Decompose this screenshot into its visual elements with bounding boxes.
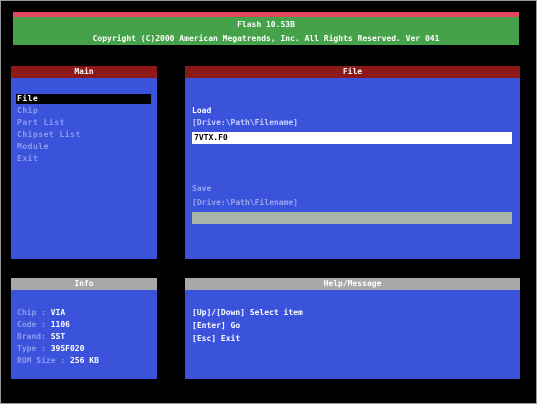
menu-item-exit[interactable]: Exit <box>17 154 38 164</box>
info-panel: Info Chip : VIA Code : 1106 Brand: SST T… <box>11 278 157 379</box>
app-title: Flash 10.S3B <box>237 20 295 29</box>
menu-item-part-list[interactable]: Part List <box>17 118 65 128</box>
info-key: Chip : <box>17 308 51 317</box>
file-panel-title: File <box>185 66 520 78</box>
info-key: Brand: <box>17 332 51 341</box>
info-key: ROM Size : <box>17 356 70 365</box>
help-line-select: [Up]/[Down] Select item <box>192 308 303 317</box>
save-path-hint: [Drive:\Path\Filename] <box>192 198 298 207</box>
info-value: 1106 <box>50 320 70 329</box>
header-red-stripe <box>13 12 519 17</box>
menu-item-chipset-list[interactable]: Chipset List <box>17 130 81 140</box>
info-row-rom-size: ROM Size : 256 KB <box>17 356 99 365</box>
info-key: Type : <box>17 344 51 353</box>
info-panel-title: Info <box>11 278 157 290</box>
help-line-exit: [Esc] Exit <box>192 334 241 343</box>
copyright-text: Copyright (C)2000 American Megatrends, I… <box>92 34 440 43</box>
info-key: Code : <box>17 320 51 329</box>
info-row-type: Type : 39SF020 <box>17 344 84 353</box>
info-value: 39SF020 <box>50 344 85 353</box>
info-row-brand: Brand: SST <box>17 332 65 341</box>
header-banner: Flash 10.S3B Copyright (C)2000 American … <box>13 12 519 45</box>
load-filename-input[interactable]: 7VTX.F0 <box>192 132 512 144</box>
save-label: Save <box>192 184 212 193</box>
help-line-go: [Enter] Go <box>192 321 241 330</box>
menu-item-chip[interactable]: Chip <box>17 106 38 116</box>
load-label: Load <box>192 106 212 115</box>
save-filename-input[interactable] <box>192 212 512 224</box>
help-panel-title: Help/Message <box>185 278 520 290</box>
menu-item-module[interactable]: Module <box>17 142 49 152</box>
flash-utility-screen: Flash 10.S3B Copyright (C)2000 American … <box>0 0 537 404</box>
info-value: VIA <box>50 308 66 317</box>
load-path-hint: [Drive:\Path\Filename] <box>192 118 298 127</box>
main-panel: Main File Chip Part List Chipset List Mo… <box>11 66 157 259</box>
info-row-code: Code : 1106 <box>17 320 70 329</box>
info-row-chip: Chip : VIA <box>17 308 65 317</box>
info-value: 256 KB <box>69 356 99 365</box>
info-value: SST <box>50 332 66 341</box>
help-panel: Help/Message [Up]/[Down] Select item [En… <box>185 278 520 379</box>
menu-item-file[interactable]: File <box>16 94 151 104</box>
file-panel: File Load [Drive:\Path\Filename] 7VTX.F0… <box>185 66 520 259</box>
main-panel-title: Main <box>11 66 157 78</box>
